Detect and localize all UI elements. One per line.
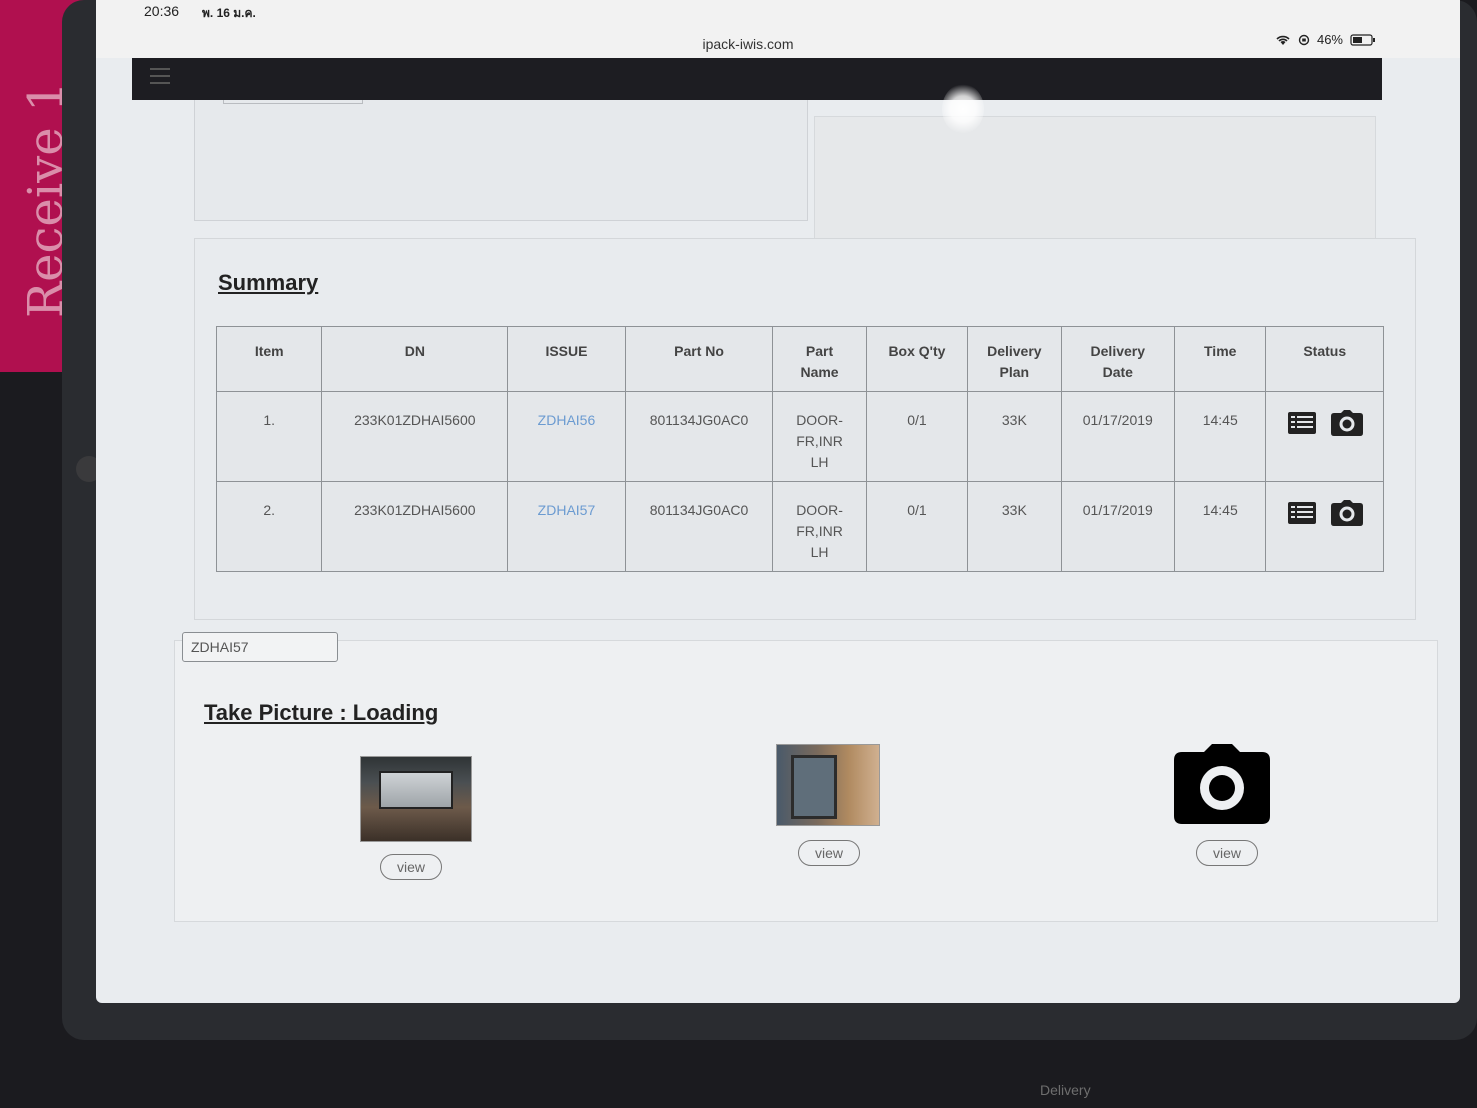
cell-issue-link[interactable]: ZDHAI56 — [507, 391, 626, 482]
cell-time: 14:45 — [1174, 391, 1267, 482]
col-box-qty: Box Q'ty — [865, 326, 969, 392]
view-button[interactable]: view — [1196, 840, 1259, 866]
cell-dn: 233K01ZDHAI5600 — [321, 481, 509, 572]
summary-title: Summary — [218, 270, 319, 295]
cell-delivery-date: 01/17/2019 — [1060, 481, 1176, 572]
bottom-paper-label: Delivery — [1040, 1082, 1091, 1098]
summary-table: Item DN ISSUE Part No Part Name Box Q'ty… — [215, 326, 1384, 572]
loading-photo-thumbnail-1[interactable] — [360, 756, 472, 842]
status-date: พ. 16 ม.ค. — [202, 6, 256, 20]
cell-status — [1265, 391, 1384, 482]
cell-part-name: DOOR-FR,INR LH — [772, 391, 867, 482]
cell-status — [1265, 481, 1384, 572]
take-picture-title: Take Picture : Loading — [204, 700, 439, 725]
status-indicators: 46% — [1275, 32, 1376, 47]
cell-delivery-date: 01/17/2019 — [1060, 391, 1176, 482]
top-navbar — [132, 58, 1382, 100]
upper-right-panel — [814, 116, 1376, 242]
col-item: Item — [215, 326, 323, 392]
cell-part-name: DOOR-FR,INR LH — [772, 481, 867, 572]
status-bar: 20:36 พ. 16 ม.ค. — [96, 0, 1460, 30]
url-text: ipack-iwis.com — [702, 36, 794, 52]
cell-part-no: 801134JG0AC0 — [624, 481, 774, 572]
wifi-icon — [1276, 35, 1290, 45]
battery-icon — [1350, 33, 1375, 46]
col-issue: ISSUE — [507, 326, 626, 392]
col-delivery-plan: Delivery Plan — [967, 326, 1062, 392]
battery-percent: 46% — [1316, 32, 1343, 47]
issue-search-input[interactable] — [182, 632, 338, 662]
upper-left-panel — [194, 100, 808, 221]
col-delivery-date: Delivery Date — [1060, 326, 1176, 392]
cell-item: 2. — [215, 481, 323, 572]
table-header-row: Item DN ISSUE Part No Part Name Box Q'ty… — [215, 326, 1384, 392]
view-button[interactable]: view — [798, 840, 861, 866]
cell-item: 1. — [215, 391, 323, 482]
cell-delivery-plan: 33K — [967, 481, 1062, 572]
list-icon[interactable] — [1287, 501, 1317, 525]
url-bar[interactable]: ipack-iwis.com — [96, 30, 1460, 58]
cell-issue-link[interactable]: ZDHAI57 — [507, 481, 626, 572]
status-time: 20:36 — [144, 3, 180, 19]
col-dn: DN — [321, 326, 509, 392]
cell-time: 14:45 — [1174, 481, 1267, 572]
table-row: 1. 233K01ZDHAI5600 ZDHAI56 801134JG0AC0 … — [215, 391, 1384, 482]
upper-left-tab — [223, 100, 363, 104]
cell-delivery-plan: 33K — [967, 391, 1062, 482]
cell-box-qty: 0/1 — [865, 481, 969, 572]
table-row: 2. 233K01ZDHAI5600 ZDHAI57 801134JG0AC0 … — [215, 481, 1384, 572]
cell-box-qty: 0/1 — [865, 391, 969, 482]
cell-dn: 233K01ZDHAI5600 — [321, 391, 509, 482]
camera-icon[interactable] — [1174, 744, 1270, 824]
rotation-lock-icon — [1298, 34, 1310, 45]
col-part-no: Part No — [624, 326, 774, 392]
loading-photo-thumbnail-2[interactable] — [776, 744, 880, 826]
screen-glare — [942, 84, 984, 134]
col-status: Status — [1265, 326, 1384, 392]
screen: 20:36 พ. 16 ม.ค. ipack-iwis.com 46% Summ… — [96, 0, 1460, 1003]
view-button[interactable]: view — [380, 854, 443, 880]
camera-icon[interactable] — [1330, 500, 1363, 526]
list-icon[interactable] — [1287, 411, 1317, 435]
col-part-name: Part Name — [772, 326, 867, 392]
camera-icon[interactable] — [1330, 410, 1363, 436]
cell-part-no: 801134JG0AC0 — [624, 391, 774, 482]
col-time: Time — [1174, 326, 1267, 392]
hamburger-menu-icon[interactable] — [150, 68, 170, 84]
